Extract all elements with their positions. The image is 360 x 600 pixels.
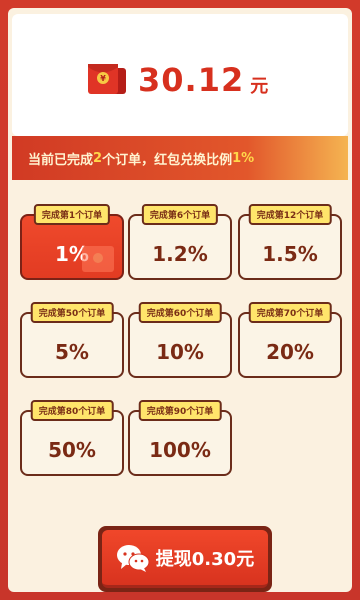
tier-rate: 1.5% xyxy=(262,242,318,266)
banner-orders-count: 2 xyxy=(93,150,103,166)
balance-row: ¥ 30.12 元 xyxy=(86,58,268,102)
banner-rate: 1% xyxy=(232,150,255,166)
tier-tag: 完成第60个订单 xyxy=(138,302,222,323)
balance-unit: 元 xyxy=(250,76,269,97)
tier-card-1[interactable]: 完成第1个订单 1% xyxy=(20,204,124,280)
withdraw-button[interactable]: 提现0.30元 xyxy=(98,526,272,592)
tier-tag: 完成第70个订单 xyxy=(248,302,332,323)
tier-card-7[interactable]: 完成第80个订单 50% xyxy=(20,400,124,476)
balance-card: ¥ 30.12 元 xyxy=(12,14,348,136)
envelope-watermark-icon xyxy=(82,246,114,272)
tier-card-6[interactable]: 完成第70个订单 20% xyxy=(238,302,342,378)
tier-rate: 20% xyxy=(266,340,314,364)
red-envelope-icon: ¥ xyxy=(86,60,130,100)
tier-card-4[interactable]: 完成第50个订单 5% xyxy=(20,302,124,378)
tier-tag: 完成第80个订单 xyxy=(30,400,114,421)
tier-card-5[interactable]: 完成第60个订单 10% xyxy=(128,302,232,378)
wechat-icon xyxy=(116,544,150,572)
tier-rate: 50% xyxy=(48,438,96,462)
tier-card-2[interactable]: 完成第6个订单 1.2% xyxy=(128,204,232,280)
tier-tag: 完成第90个订单 xyxy=(138,400,222,421)
balance-amount: 30.12 xyxy=(138,61,245,99)
tier-tag: 完成第1个订单 xyxy=(33,204,111,225)
svg-text:¥: ¥ xyxy=(100,74,106,83)
content-panel: ¥ 30.12 元 当前已完成 2 个订单，红包兑换比例 1% 完成第1个订单 1% … xyxy=(8,8,352,592)
tier-rate: 5% xyxy=(55,340,89,364)
banner-middle: 个订单，红包兑换比例 xyxy=(102,152,233,168)
banner-prefix: 当前已完成 xyxy=(28,152,94,168)
tier-tag: 完成第6个订单 xyxy=(141,204,219,225)
withdraw-label: 提现0.30元 xyxy=(155,548,255,570)
tier-card-8[interactable]: 完成第90个订单 100% xyxy=(128,400,232,476)
withdraw-button-face[interactable]: 提现0.30元 xyxy=(102,530,268,588)
tier-tag: 完成第12个订单 xyxy=(248,204,332,225)
tier-rate: 1.2% xyxy=(152,242,208,266)
tier-rate: 10% xyxy=(156,340,204,364)
progress-banner: 当前已完成 2 个订单，红包兑换比例 1% xyxy=(12,136,348,180)
tier-card-3[interactable]: 完成第12个订单 1.5% xyxy=(238,204,342,280)
tier-tag: 完成第50个订单 xyxy=(30,302,114,323)
tier-rate: 100% xyxy=(149,438,211,462)
